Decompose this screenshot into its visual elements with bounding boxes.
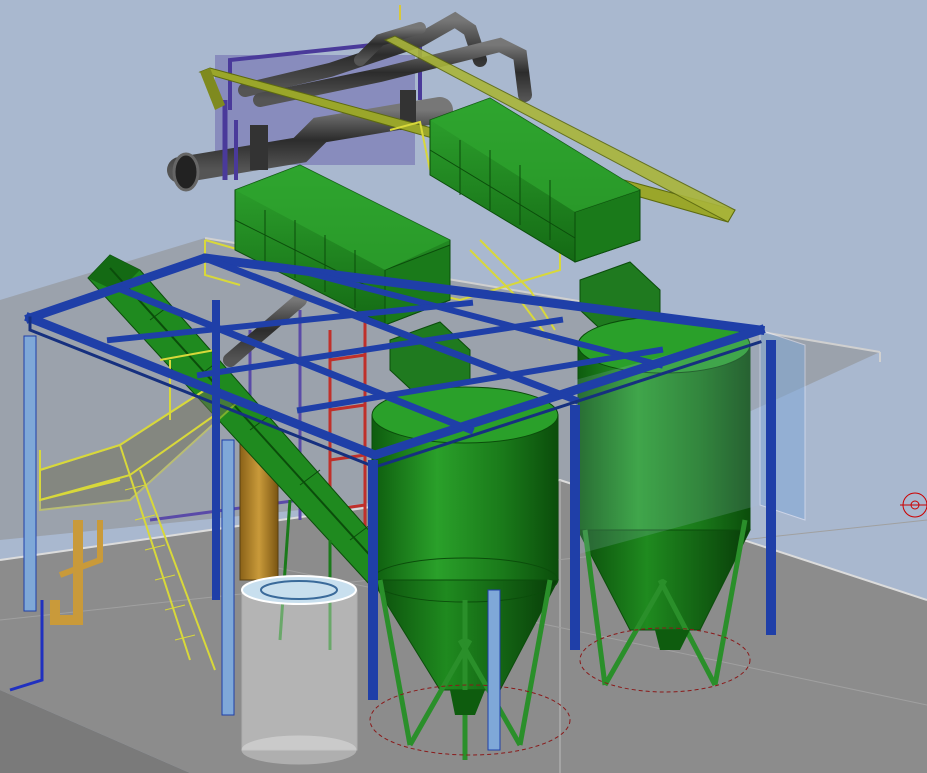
transparent-tank	[241, 575, 358, 765]
cad-3d-viewport[interactable]	[0, 0, 927, 773]
ucs-marker-icon	[900, 492, 927, 518]
green-enclosure-right	[429, 97, 641, 263]
plant-model-drawing	[0, 5, 927, 773]
